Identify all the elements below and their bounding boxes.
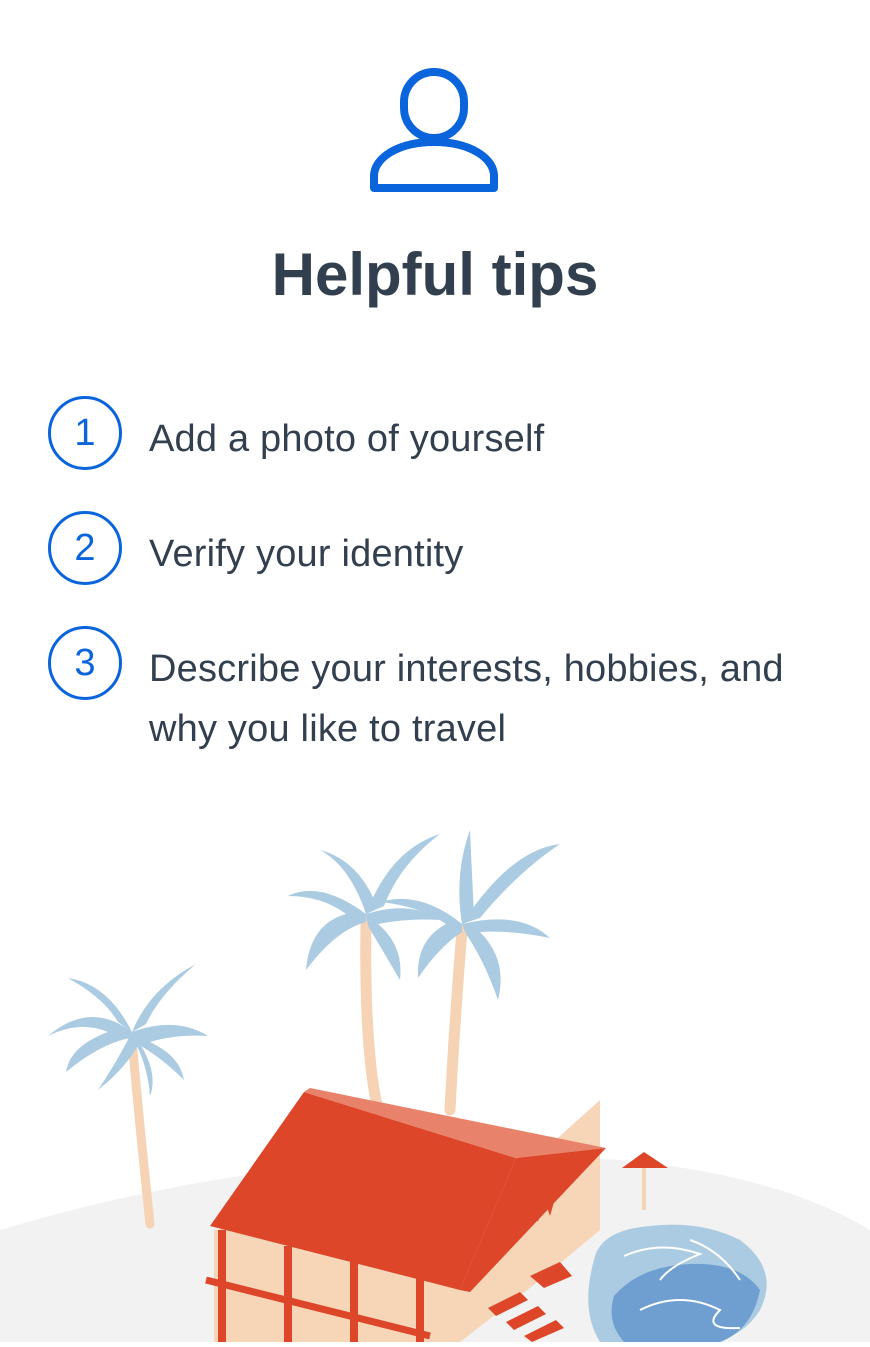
- step-number-badge: 1: [48, 396, 122, 470]
- resort-illustration: [0, 810, 870, 1342]
- tip-text: Verify your identity: [149, 533, 464, 575]
- person-icon: [368, 66, 500, 198]
- tips-list: 1 Add a photo of yourself 2 Verify your …: [48, 396, 838, 759]
- tip-item-2: 2 Verify your identity: [48, 511, 838, 585]
- tip-text: Add a photo of yourself: [149, 418, 545, 460]
- tip-item-3: 3 Describe your interests, hobbies, and …: [48, 626, 838, 759]
- page-title: Helpful tips: [271, 241, 599, 308]
- step-number-badge: 3: [48, 626, 122, 700]
- tip-item-1: 1 Add a photo of yourself: [48, 396, 838, 470]
- tip-text: Describe your interests, hobbies, and wh…: [149, 648, 784, 750]
- step-number-badge: 2: [48, 511, 122, 585]
